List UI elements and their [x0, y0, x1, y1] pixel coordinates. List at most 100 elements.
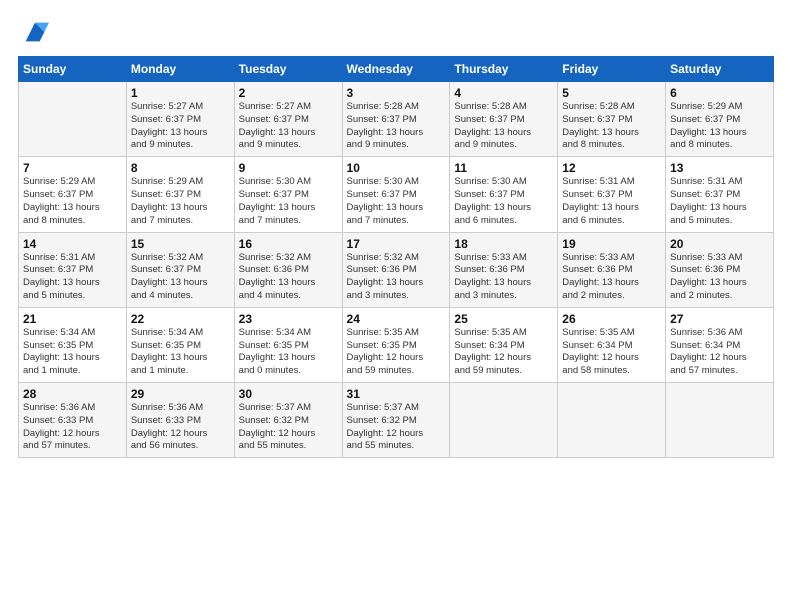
day-number: 9	[239, 161, 338, 175]
day-cell: 15Sunrise: 5:32 AMSunset: 6:37 PMDayligh…	[126, 232, 234, 307]
day-detail: Sunrise: 5:35 AMSunset: 6:35 PMDaylight:…	[347, 327, 446, 378]
day-cell: 19Sunrise: 5:33 AMSunset: 6:36 PMDayligh…	[558, 232, 666, 307]
page: SundayMondayTuesdayWednesdayThursdayFrid…	[0, 0, 792, 468]
day-cell: 27Sunrise: 5:36 AMSunset: 6:34 PMDayligh…	[666, 307, 774, 382]
day-cell: 8Sunrise: 5:29 AMSunset: 6:37 PMDaylight…	[126, 157, 234, 232]
day-number: 19	[562, 237, 661, 251]
day-detail: Sunrise: 5:30 AMSunset: 6:37 PMDaylight:…	[239, 176, 338, 227]
day-detail: Sunrise: 5:34 AMSunset: 6:35 PMDaylight:…	[131, 327, 230, 378]
day-number: 18	[454, 237, 553, 251]
day-cell: 1Sunrise: 5:27 AMSunset: 6:37 PMDaylight…	[126, 82, 234, 157]
header-row: SundayMondayTuesdayWednesdayThursdayFrid…	[19, 57, 774, 82]
day-cell: 18Sunrise: 5:33 AMSunset: 6:36 PMDayligh…	[450, 232, 558, 307]
day-detail: Sunrise: 5:29 AMSunset: 6:37 PMDaylight:…	[670, 101, 769, 152]
day-cell: 23Sunrise: 5:34 AMSunset: 6:35 PMDayligh…	[234, 307, 342, 382]
day-number: 28	[23, 387, 122, 401]
day-detail: Sunrise: 5:30 AMSunset: 6:37 PMDaylight:…	[347, 176, 446, 227]
header-cell-monday: Monday	[126, 57, 234, 82]
day-cell	[558, 383, 666, 458]
day-number: 15	[131, 237, 230, 251]
day-detail: Sunrise: 5:34 AMSunset: 6:35 PMDaylight:…	[23, 327, 122, 378]
day-cell: 14Sunrise: 5:31 AMSunset: 6:37 PMDayligh…	[19, 232, 127, 307]
day-cell: 20Sunrise: 5:33 AMSunset: 6:36 PMDayligh…	[666, 232, 774, 307]
day-detail: Sunrise: 5:35 AMSunset: 6:34 PMDaylight:…	[454, 327, 553, 378]
header-cell-tuesday: Tuesday	[234, 57, 342, 82]
day-detail: Sunrise: 5:32 AMSunset: 6:36 PMDaylight:…	[239, 252, 338, 303]
week-row-1: 1Sunrise: 5:27 AMSunset: 6:37 PMDaylight…	[19, 82, 774, 157]
day-number: 29	[131, 387, 230, 401]
day-cell: 16Sunrise: 5:32 AMSunset: 6:36 PMDayligh…	[234, 232, 342, 307]
header-cell-wednesday: Wednesday	[342, 57, 450, 82]
header-cell-thursday: Thursday	[450, 57, 558, 82]
day-cell: 29Sunrise: 5:36 AMSunset: 6:33 PMDayligh…	[126, 383, 234, 458]
week-row-3: 14Sunrise: 5:31 AMSunset: 6:37 PMDayligh…	[19, 232, 774, 307]
day-detail: Sunrise: 5:33 AMSunset: 6:36 PMDaylight:…	[562, 252, 661, 303]
day-number: 27	[670, 312, 769, 326]
day-cell: 25Sunrise: 5:35 AMSunset: 6:34 PMDayligh…	[450, 307, 558, 382]
day-cell	[666, 383, 774, 458]
day-detail: Sunrise: 5:28 AMSunset: 6:37 PMDaylight:…	[347, 101, 446, 152]
day-number: 10	[347, 161, 446, 175]
day-cell: 7Sunrise: 5:29 AMSunset: 6:37 PMDaylight…	[19, 157, 127, 232]
day-number: 1	[131, 86, 230, 100]
day-detail: Sunrise: 5:35 AMSunset: 6:34 PMDaylight:…	[562, 327, 661, 378]
day-detail: Sunrise: 5:31 AMSunset: 6:37 PMDaylight:…	[670, 176, 769, 227]
day-detail: Sunrise: 5:37 AMSunset: 6:32 PMDaylight:…	[239, 402, 338, 453]
day-cell: 24Sunrise: 5:35 AMSunset: 6:35 PMDayligh…	[342, 307, 450, 382]
day-detail: Sunrise: 5:28 AMSunset: 6:37 PMDaylight:…	[562, 101, 661, 152]
day-cell: 17Sunrise: 5:32 AMSunset: 6:36 PMDayligh…	[342, 232, 450, 307]
day-number: 31	[347, 387, 446, 401]
day-cell: 13Sunrise: 5:31 AMSunset: 6:37 PMDayligh…	[666, 157, 774, 232]
day-detail: Sunrise: 5:29 AMSunset: 6:37 PMDaylight:…	[131, 176, 230, 227]
day-detail: Sunrise: 5:32 AMSunset: 6:36 PMDaylight:…	[347, 252, 446, 303]
day-number: 22	[131, 312, 230, 326]
day-cell: 30Sunrise: 5:37 AMSunset: 6:32 PMDayligh…	[234, 383, 342, 458]
header-cell-friday: Friday	[558, 57, 666, 82]
day-cell: 11Sunrise: 5:30 AMSunset: 6:37 PMDayligh…	[450, 157, 558, 232]
day-cell	[19, 82, 127, 157]
day-detail: Sunrise: 5:36 AMSunset: 6:34 PMDaylight:…	[670, 327, 769, 378]
day-number: 12	[562, 161, 661, 175]
day-number: 13	[670, 161, 769, 175]
day-number: 17	[347, 237, 446, 251]
day-detail: Sunrise: 5:33 AMSunset: 6:36 PMDaylight:…	[454, 252, 553, 303]
day-number: 14	[23, 237, 122, 251]
day-cell: 12Sunrise: 5:31 AMSunset: 6:37 PMDayligh…	[558, 157, 666, 232]
week-row-4: 21Sunrise: 5:34 AMSunset: 6:35 PMDayligh…	[19, 307, 774, 382]
day-number: 20	[670, 237, 769, 251]
day-detail: Sunrise: 5:36 AMSunset: 6:33 PMDaylight:…	[23, 402, 122, 453]
day-number: 5	[562, 86, 661, 100]
day-number: 23	[239, 312, 338, 326]
day-number: 25	[454, 312, 553, 326]
day-cell: 5Sunrise: 5:28 AMSunset: 6:37 PMDaylight…	[558, 82, 666, 157]
day-cell: 4Sunrise: 5:28 AMSunset: 6:37 PMDaylight…	[450, 82, 558, 157]
logo	[18, 18, 49, 46]
day-detail: Sunrise: 5:31 AMSunset: 6:37 PMDaylight:…	[562, 176, 661, 227]
logo-icon	[21, 18, 49, 46]
day-detail: Sunrise: 5:27 AMSunset: 6:37 PMDaylight:…	[239, 101, 338, 152]
week-row-5: 28Sunrise: 5:36 AMSunset: 6:33 PMDayligh…	[19, 383, 774, 458]
day-cell: 6Sunrise: 5:29 AMSunset: 6:37 PMDaylight…	[666, 82, 774, 157]
day-detail: Sunrise: 5:30 AMSunset: 6:37 PMDaylight:…	[454, 176, 553, 227]
day-detail: Sunrise: 5:32 AMSunset: 6:37 PMDaylight:…	[131, 252, 230, 303]
day-cell: 9Sunrise: 5:30 AMSunset: 6:37 PMDaylight…	[234, 157, 342, 232]
day-detail: Sunrise: 5:28 AMSunset: 6:37 PMDaylight:…	[454, 101, 553, 152]
day-number: 11	[454, 161, 553, 175]
day-detail: Sunrise: 5:33 AMSunset: 6:36 PMDaylight:…	[670, 252, 769, 303]
day-cell: 31Sunrise: 5:37 AMSunset: 6:32 PMDayligh…	[342, 383, 450, 458]
day-cell: 28Sunrise: 5:36 AMSunset: 6:33 PMDayligh…	[19, 383, 127, 458]
day-detail: Sunrise: 5:31 AMSunset: 6:37 PMDaylight:…	[23, 252, 122, 303]
day-cell: 2Sunrise: 5:27 AMSunset: 6:37 PMDaylight…	[234, 82, 342, 157]
day-detail: Sunrise: 5:34 AMSunset: 6:35 PMDaylight:…	[239, 327, 338, 378]
day-number: 26	[562, 312, 661, 326]
day-number: 30	[239, 387, 338, 401]
day-cell	[450, 383, 558, 458]
header	[18, 18, 774, 46]
day-number: 24	[347, 312, 446, 326]
day-detail: Sunrise: 5:29 AMSunset: 6:37 PMDaylight:…	[23, 176, 122, 227]
day-cell: 26Sunrise: 5:35 AMSunset: 6:34 PMDayligh…	[558, 307, 666, 382]
day-detail: Sunrise: 5:36 AMSunset: 6:33 PMDaylight:…	[131, 402, 230, 453]
day-detail: Sunrise: 5:27 AMSunset: 6:37 PMDaylight:…	[131, 101, 230, 152]
calendar-table: SundayMondayTuesdayWednesdayThursdayFrid…	[18, 56, 774, 458]
day-cell: 10Sunrise: 5:30 AMSunset: 6:37 PMDayligh…	[342, 157, 450, 232]
